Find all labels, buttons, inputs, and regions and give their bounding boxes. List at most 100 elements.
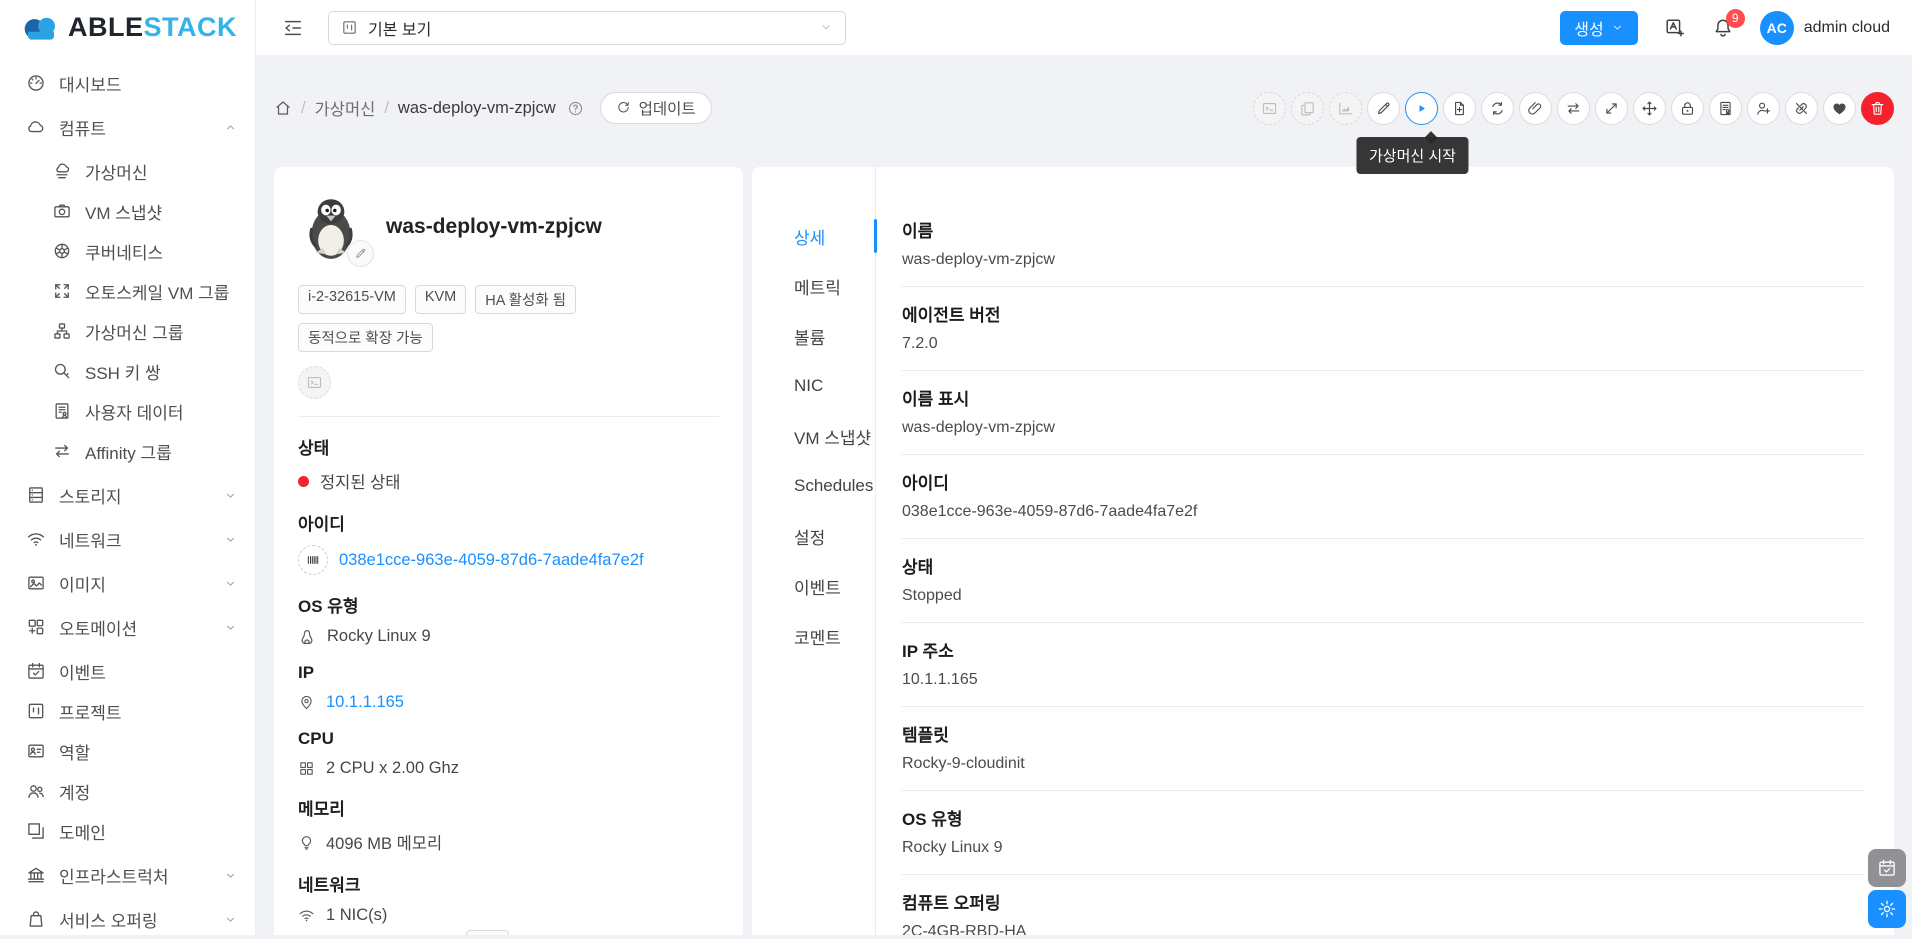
sidebar-item-인프라스트럭처[interactable]: 인프라스트럭처	[0, 855, 255, 895]
action-assign-user-button[interactable]	[1747, 92, 1780, 125]
sidebar-item-이미지[interactable]: 이미지	[0, 563, 255, 603]
key-icon	[52, 361, 72, 381]
tab-볼륨[interactable]: 볼륨	[752, 311, 875, 361]
vm-title: was-deploy-vm-zpjcw	[386, 215, 602, 239]
ip-link[interactable]: 10.1.1.165	[326, 693, 404, 712]
os-section: OS 유형 Rocky Linux 9	[298, 592, 719, 646]
chevron-down-icon	[819, 19, 833, 37]
sidebar-item-사용자-데이터[interactable]: 사용자 데이터	[0, 391, 255, 431]
sidebar-item-affinity-그룹[interactable]: Affinity 그룹	[0, 431, 255, 471]
tab-이벤트[interactable]: 이벤트	[752, 561, 875, 611]
field-label: OS 유형	[902, 805, 1864, 830]
action-detach-button[interactable]	[1785, 92, 1818, 125]
action-metrics-button[interactable]	[1329, 92, 1362, 125]
offering-icon	[26, 909, 46, 929]
tab-설정[interactable]: 설정	[752, 511, 875, 561]
translate-icon[interactable]	[1664, 17, 1686, 39]
create-button[interactable]: 생성	[1560, 11, 1637, 45]
action-scale-button[interactable]	[1595, 92, 1628, 125]
vm-icon	[52, 161, 72, 181]
action-console-button[interactable]	[1253, 92, 1286, 125]
sidebar-item-쿠버네티스[interactable]: 쿠버네티스	[0, 231, 255, 271]
sidebar-item-프로젝트[interactable]: 프로젝트	[0, 691, 255, 731]
refresh-button[interactable]: 업데이트	[600, 92, 712, 124]
action-attach-iso-button[interactable]	[1519, 92, 1552, 125]
chevron-down-icon	[1611, 19, 1624, 37]
sidebar-item-label: 가상머신	[85, 159, 148, 184]
tab-nic[interactable]: NIC	[752, 361, 875, 411]
action-favorite-button[interactable]	[1823, 92, 1856, 125]
action-reinstall-button[interactable]	[1443, 92, 1476, 125]
sidebar-item-가상머신[interactable]: 가상머신	[0, 151, 255, 191]
sidebar-item-스토리지[interactable]: 스토리지	[0, 475, 255, 515]
status-dot	[298, 476, 309, 487]
sidebar-item-서비스-오퍼링[interactable]: 서비스 오퍼링	[0, 899, 255, 939]
os-value: Rocky Linux 9	[327, 627, 431, 646]
sidebar-item-ssh-키-쌍[interactable]: SSH 키 쌍	[0, 351, 255, 391]
detail-field-row: IP 주소10.1.1.165	[902, 623, 1864, 707]
tab-메트릭[interactable]: 메트릭	[752, 261, 875, 311]
brand-logo[interactable]: ABLESTACK	[0, 0, 255, 55]
action-sync-button[interactable]	[1481, 92, 1514, 125]
sidebar-item-가상머신-그룹[interactable]: 가상머신 그룹	[0, 311, 255, 351]
edit-icon[interactable]	[347, 240, 374, 267]
action-start-vm-button[interactable]: 가상머신 시작	[1405, 92, 1438, 125]
vm-tag: KVM	[415, 285, 466, 314]
wifi-icon	[298, 906, 315, 925]
status-value: 정지된 상태	[320, 469, 400, 493]
field-value: was-deploy-vm-zpjcw	[902, 419, 1864, 437]
refresh-button-label: 업데이트	[639, 97, 696, 119]
avatar[interactable]: AC	[1760, 11, 1794, 45]
breadcrumb-row: / 가상머신 / was-deploy-vm-zpjcw 업데이트 가상머신 시…	[274, 91, 1894, 125]
bell-icon[interactable]: 9	[1712, 17, 1734, 39]
edit-icon	[354, 247, 367, 260]
sidebar-item-계정[interactable]: 계정	[0, 771, 255, 811]
menu-fold-icon[interactable]	[282, 17, 304, 39]
field-label: 컴퓨트 오퍼링	[902, 889, 1864, 914]
console-button[interactable]	[298, 366, 331, 399]
sidebar-item-label: 도메인	[59, 819, 106, 844]
storage-icon	[26, 485, 46, 505]
tab-코멘트[interactable]: 코멘트	[752, 611, 875, 661]
sidebar-item-이벤트[interactable]: 이벤트	[0, 651, 255, 691]
chevron-down-icon	[224, 577, 237, 590]
event-calendar-fab[interactable]	[1868, 849, 1906, 887]
tab-schedules[interactable]: Schedules	[752, 461, 875, 511]
home-icon[interactable]	[274, 99, 292, 117]
sidebar-item-오토메이션[interactable]: 오토메이션	[0, 607, 255, 647]
settings-fab[interactable]	[1868, 890, 1906, 928]
action-swap-offering-button[interactable]	[1557, 92, 1590, 125]
breadcrumb-separator: /	[384, 99, 389, 118]
sidebar-item-도메인[interactable]: 도메인	[0, 811, 255, 851]
breadcrumb-section[interactable]: 가상머신	[315, 96, 376, 120]
action-copy-button[interactable]	[1291, 92, 1324, 125]
sidebar-item-역할[interactable]: 역할	[0, 731, 255, 771]
sidebar-item-vm-스냅샷[interactable]: VM 스냅샷	[0, 191, 255, 231]
sidebar-item-label: 스토리지	[59, 483, 122, 508]
sidebar-item-label: SSH 키 쌍	[85, 359, 161, 384]
area-chart-icon	[1337, 100, 1354, 117]
sidebar-item-오토스케일-vm-그룹[interactable]: 오토스케일 VM 그룹	[0, 271, 255, 311]
field-label: IP 주소	[902, 637, 1864, 662]
sidebar-item-네트워크[interactable]: 네트워크	[0, 519, 255, 559]
action-delete-button[interactable]	[1861, 92, 1894, 125]
question-circle-icon[interactable]	[567, 100, 584, 117]
tab-vm-스냅샷[interactable]: VM 스냅샷	[752, 411, 875, 461]
uuid-link[interactable]: 038e1cce-963e-4059-87d6-7aade4fa7e2f	[339, 551, 644, 570]
tooltip-arrow	[1424, 131, 1437, 144]
action-edit-button[interactable]	[1367, 92, 1400, 125]
event-icon	[26, 661, 46, 681]
action-migrate-button[interactable]	[1633, 92, 1666, 125]
sidebar-item-컴퓨트[interactable]: 컴퓨트	[0, 107, 255, 147]
action-assign-certificate-button[interactable]	[1709, 92, 1742, 125]
action-reset-password-button[interactable]	[1671, 92, 1704, 125]
barcode-icon	[305, 552, 321, 568]
menu-fold-icon	[282, 17, 304, 39]
cpu-icon	[298, 760, 315, 777]
tab-상세[interactable]: 상세	[752, 211, 875, 261]
sidebar: ABLESTACK 대시보드컴퓨트가상머신 VM 스냅샷쿠버네티스오토스케일 VM…	[0, 0, 256, 935]
view-selector[interactable]: 기본 보기	[328, 11, 846, 45]
user-name[interactable]: admin cloud	[1804, 19, 1890, 37]
swap-icon	[1565, 100, 1582, 117]
sidebar-item-대시보드[interactable]: 대시보드	[0, 63, 255, 103]
